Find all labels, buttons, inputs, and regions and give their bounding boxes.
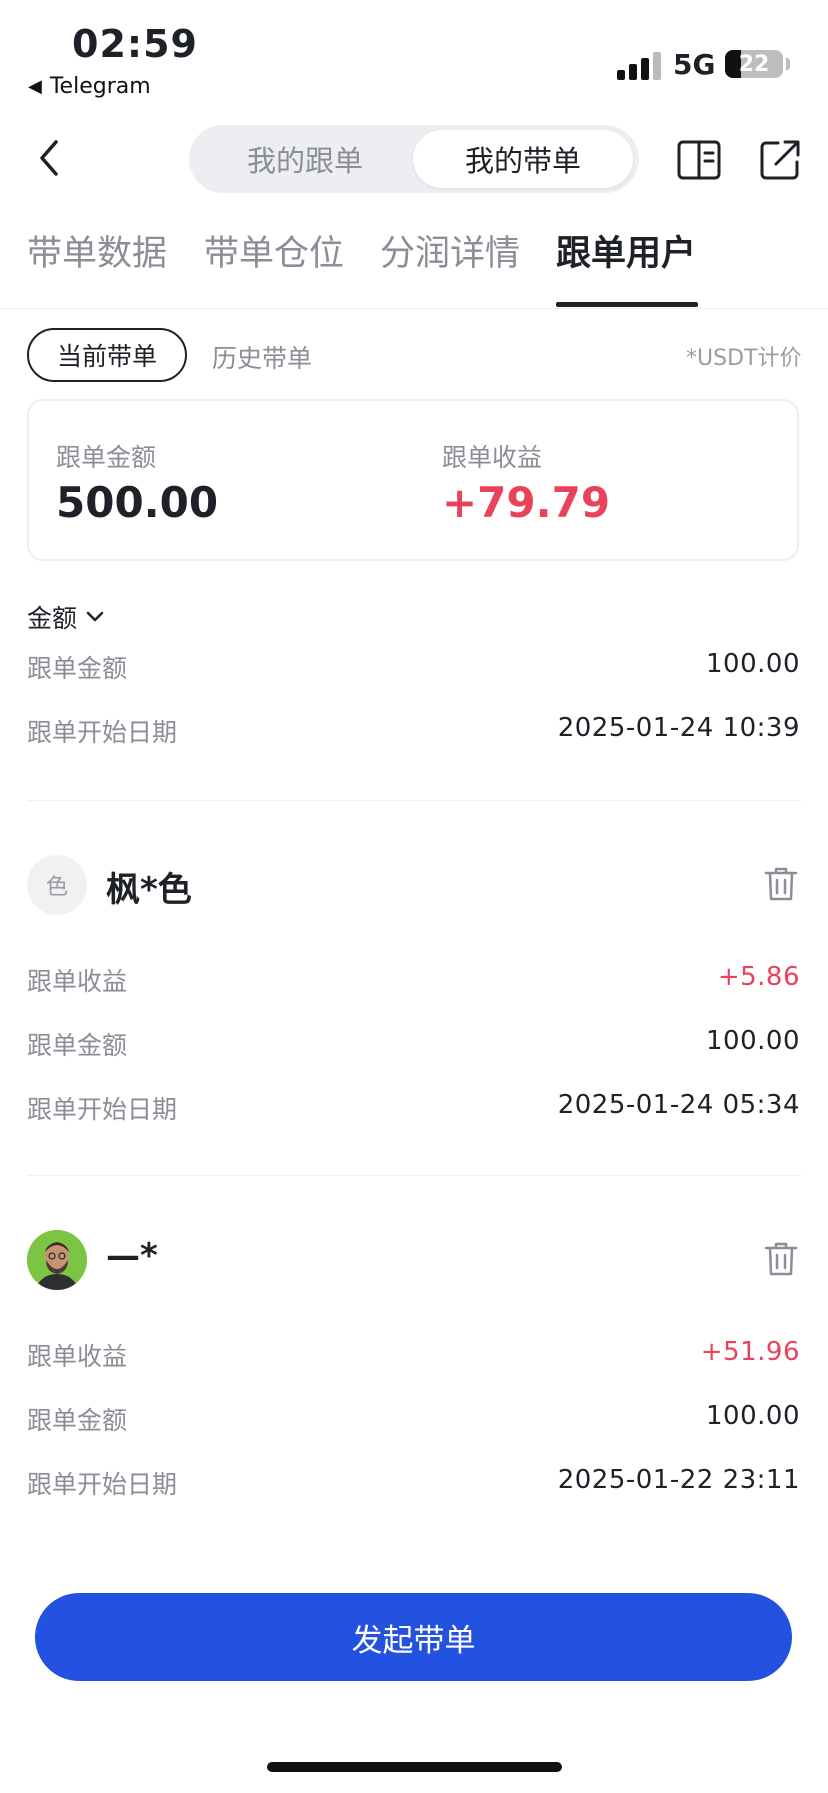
tab-profit-share[interactable]: 分润详情 [380, 225, 520, 276]
divider [27, 1175, 801, 1176]
total-profit-label: 跟单收益 [442, 443, 543, 472]
segment-my-follow[interactable]: 我的跟单 [195, 130, 415, 188]
battery-tip [786, 58, 790, 70]
follower-name: 枫*色 [106, 870, 192, 910]
amount-label: 跟单金额 [27, 1031, 128, 1060]
summary-card: 跟单金额 500.00 跟单收益 +79.79 [27, 399, 799, 561]
avatar: 色 [27, 855, 87, 915]
status-time: 02:59 [72, 22, 198, 66]
tab-followers[interactable]: 跟单用户 [556, 225, 696, 276]
unit-note: *USDT计价 [686, 346, 802, 371]
person-photo-icon [27, 1230, 87, 1290]
amount-label: 跟单金额 [27, 654, 128, 683]
start-date-value: 2025-01-24 05:34 [557, 1090, 800, 1120]
network-label: 5G [673, 48, 716, 81]
back-to-app-link[interactable]: ◀ Telegram [28, 74, 151, 99]
chevron-down-icon [86, 611, 104, 622]
share-icon[interactable] [758, 138, 802, 182]
trash-icon[interactable] [764, 1241, 798, 1277]
profit-label: 跟单收益 [27, 1342, 128, 1371]
total-profit-value: +79.79 [442, 478, 611, 527]
battery-icon: 22 [725, 50, 783, 78]
profit-value: +51.96 [700, 1337, 800, 1367]
signal-icon [617, 50, 661, 80]
book-icon[interactable] [676, 138, 722, 182]
divider [27, 800, 801, 801]
tab-lead-data[interactable]: 带单数据 [27, 225, 167, 276]
total-amount-value: 500.00 [56, 478, 219, 527]
active-tab-indicator [556, 302, 698, 307]
battery-level: 22 [738, 51, 770, 77]
amount-value: 100.00 [706, 649, 800, 679]
start-date-label: 跟单开始日期 [27, 1470, 178, 1499]
subtab-current[interactable]: 当前带单 [27, 328, 187, 382]
avatar [27, 1230, 87, 1290]
amount-value: 100.00 [706, 1026, 800, 1056]
tab-lead-positions[interactable]: 带单仓位 [204, 225, 344, 276]
home-indicator [267, 1762, 562, 1772]
profit-label: 跟单收益 [27, 967, 128, 996]
sort-dropdown[interactable]: 金额 [27, 599, 105, 635]
tabs-divider [0, 308, 828, 309]
start-date-value: 2025-01-24 10:39 [557, 713, 800, 743]
back-app-label: Telegram [49, 74, 151, 99]
start-lead-button[interactable]: 发起带单 [35, 1593, 792, 1681]
amount-label: 跟单金额 [27, 1406, 128, 1435]
follower-name: —* [106, 1236, 158, 1276]
profit-value: +5.86 [717, 962, 800, 992]
segment-my-lead[interactable]: 我的带单 [413, 130, 633, 188]
start-date-label: 跟单开始日期 [27, 1095, 178, 1124]
follow-mode-switch: 我的跟单 我的带单 [189, 125, 639, 193]
back-triangle-icon: ◀ [28, 76, 42, 97]
total-amount-label: 跟单金额 [56, 443, 157, 472]
amount-value: 100.00 [706, 1401, 800, 1431]
sort-label: 金额 [27, 604, 78, 633]
start-date-label: 跟单开始日期 [27, 718, 178, 747]
subtab-history[interactable]: 历史带单 [212, 339, 312, 375]
trash-icon[interactable] [764, 866, 798, 902]
start-date-value: 2025-01-22 23:11 [557, 1465, 800, 1495]
back-arrow-icon[interactable] [30, 138, 70, 178]
